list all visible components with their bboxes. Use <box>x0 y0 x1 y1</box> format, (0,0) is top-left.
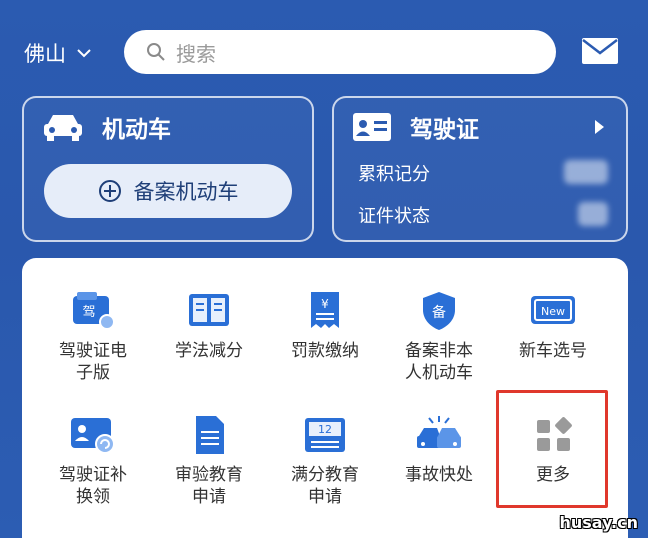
search-placeholder: 搜索 <box>176 41 216 66</box>
search-input[interactable]: 搜索 <box>124 30 556 74</box>
services-panel: 驾 驾驶证电 子版 学法减分 ¥ 罚款缴纳 备 备案非本 人机动车 New 新车… <box>22 258 628 538</box>
service-label: 驾驶证补 <box>59 465 127 485</box>
car-icon <box>44 115 82 141</box>
service-label: 新车选号 <box>519 341 587 361</box>
service-label: 学法减分 <box>175 341 243 361</box>
chevron-down-icon <box>77 49 91 58</box>
svg-text:驾: 驾 <box>82 305 95 320</box>
service-label: 事故快处 <box>405 465 473 485</box>
service-register-others-vehicle[interactable]: 备 备案非本 人机动车 <box>384 290 494 384</box>
service-accident-quick[interactable]: 事故快处 <box>384 414 494 486</box>
license-renew-icon <box>71 418 115 454</box>
service-label: 申请 <box>308 487 342 507</box>
accident-icon <box>417 416 461 448</box>
service-label: 人机动车 <box>405 363 473 383</box>
id-card-icon <box>353 113 391 141</box>
license-card[interactable]: 驾驶证 累积记分 证件状态 <box>332 96 628 242</box>
calendar-icon: 12 <box>305 418 345 452</box>
service-full-score-education[interactable]: 12 满分教育 申请 <box>270 414 380 508</box>
register-vehicle-button[interactable]: 备案机动车 <box>44 164 292 218</box>
fine-receipt-icon: ¥ <box>311 292 339 328</box>
svg-text:¥: ¥ <box>321 297 329 311</box>
e-license-icon: 驾 <box>73 292 115 330</box>
service-label: 换领 <box>76 487 110 507</box>
shield-register-icon: 备 <box>423 292 455 330</box>
license-points-label: 累积记分 <box>358 164 430 185</box>
service-label: 申请 <box>192 487 226 507</box>
service-label: 审验教育 <box>175 465 243 485</box>
calendar-badge: 12 <box>318 423 332 436</box>
top-bar: 佛山 搜索 <box>0 26 648 78</box>
more-highlight-box <box>496 390 608 508</box>
search-icon <box>147 43 165 61</box>
service-license-renew[interactable]: 驾驶证补 换领 <box>38 414 148 508</box>
city-selector[interactable]: 佛山 <box>24 38 92 68</box>
city-label: 佛山 <box>24 42 66 66</box>
mail-icon[interactable] <box>582 38 618 64</box>
license-status-value-blurred <box>578 202 608 226</box>
vehicle-card-header: 机动车 <box>42 110 171 144</box>
license-card-header: 驾驶证 <box>352 110 479 144</box>
chevron-right-icon[interactable] <box>595 120 604 134</box>
license-points-value-blurred <box>564 160 608 184</box>
service-label: 满分教育 <box>291 465 359 485</box>
register-vehicle-label: 备案机动车 <box>133 180 239 204</box>
document-icon <box>196 416 224 454</box>
svg-text:备: 备 <box>432 304 446 321</box>
service-new-car-plate[interactable]: New 新车选号 <box>498 290 608 362</box>
license-card-title: 驾驶证 <box>410 117 479 143</box>
new-badge: New <box>541 305 565 318</box>
service-label: 驾驶证电 <box>59 341 127 361</box>
service-label: 罚款缴纳 <box>291 341 359 361</box>
license-status-label: 证件状态 <box>358 206 430 227</box>
plus-circle-icon <box>98 180 121 202</box>
service-label: 子版 <box>76 363 110 383</box>
watermark: husay.cn <box>559 513 638 532</box>
service-review-education[interactable]: 审验教育 申请 <box>154 414 264 508</box>
vehicle-card-title: 机动车 <box>102 117 171 143</box>
service-study-reduce-points[interactable]: 学法减分 <box>154 290 264 362</box>
vehicle-card[interactable]: 机动车 备案机动车 <box>22 96 314 242</box>
service-pay-fine[interactable]: ¥ 罚款缴纳 <box>270 290 380 362</box>
service-label: 备案非本 <box>405 341 473 361</box>
service-e-license[interactable]: 驾 驾驶证电 子版 <box>38 290 148 384</box>
book-icon <box>189 294 229 326</box>
new-plate-icon: New <box>531 296 575 324</box>
